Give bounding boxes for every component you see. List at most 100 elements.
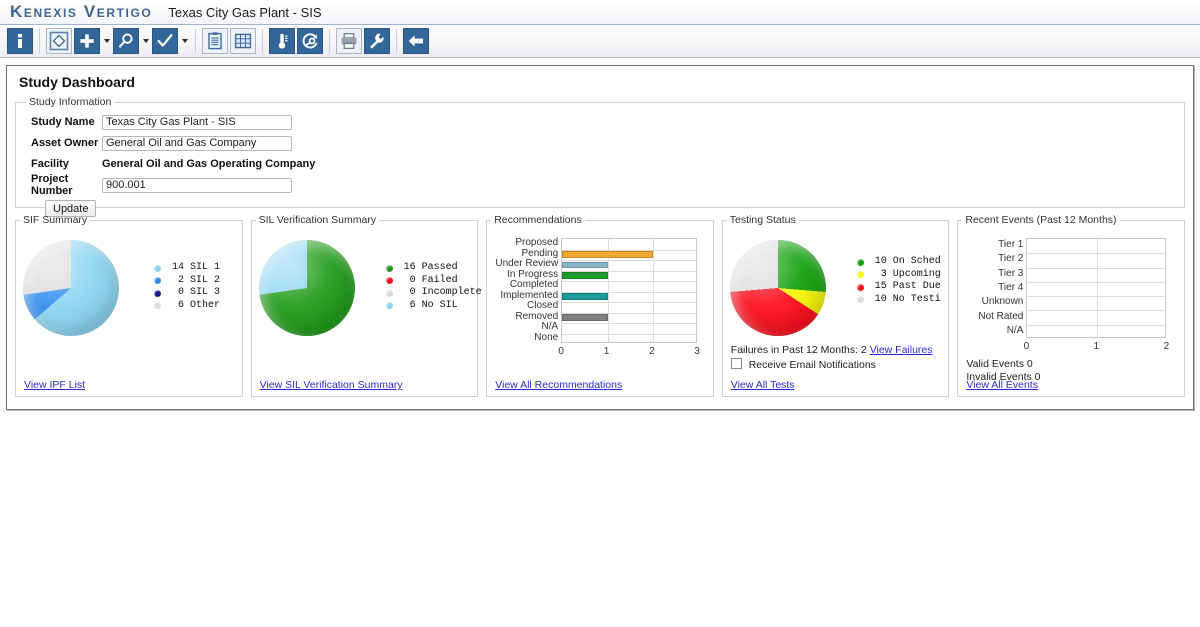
- testing-status-pie-chart: [729, 240, 826, 336]
- legend-value: 14: [171, 262, 184, 273]
- testing-status-card: Testing Status 10 On Sched 3 Upcoming 15 Past…: [721, 214, 950, 397]
- category-label: Pending: [521, 247, 559, 259]
- app-logo: Kenexis Vertigo: [10, 2, 153, 21]
- category-label: Tier 2: [998, 253, 1024, 265]
- thermometer-icon[interactable]: [269, 28, 295, 54]
- recent-events-card: Recent Events (Past 12 Months) Tier 1 Tie…: [957, 214, 1185, 397]
- check-dropdown-chevron-down-icon[interactable]: [179, 28, 190, 54]
- sif-summary-legend: SIF Summary: [23, 214, 88, 226]
- facility-value: General Oil and Gas Operating Company: [102, 158, 316, 170]
- page-title: Study Dashboard: [19, 74, 135, 90]
- legend-color-swatch-icon: [856, 283, 864, 291]
- category-label: Tier 1: [998, 239, 1024, 251]
- legend-label: Past Due: [892, 281, 941, 292]
- printer-icon[interactable]: [336, 28, 362, 54]
- legend-value: 10: [874, 293, 887, 305]
- category-label: N/A: [1006, 324, 1024, 336]
- axis-tick-label: 2: [649, 346, 655, 357]
- legend-item: 10 No Testi: [856, 293, 941, 307]
- legend-color-swatch-icon: [154, 277, 161, 285]
- project-number-label: Project Number: [31, 173, 73, 197]
- grid-line: [562, 249, 697, 251]
- search-icon[interactable]: [113, 28, 139, 54]
- sif-summary-pie-chart: [23, 240, 119, 336]
- legend-label: Passed: [421, 262, 458, 273]
- field-row-facility: Facility General Oil and Gas Operating C…: [22, 154, 1178, 174]
- plus-icon[interactable]: [74, 28, 100, 54]
- legend-value: 6: [409, 299, 416, 311]
- legend-label: Failed: [421, 274, 458, 286]
- diamond-node-icon[interactable]: [46, 28, 72, 54]
- checkmark-icon[interactable]: [152, 28, 178, 54]
- category-label: N/A: [541, 321, 559, 333]
- sil-verification-legend: SIL Verification Summary: [258, 214, 377, 226]
- sif-summary-card: SIF Summary 14 SIL 1 2 SIL 2 0 SIL 3 6 Other Vi…: [15, 214, 243, 397]
- legend-label: On Sched: [892, 256, 941, 267]
- study-name-label: Study Name: [31, 116, 95, 128]
- receive-email-notifications-label: Receive Email Notifications: [748, 359, 876, 371]
- bar: [562, 293, 608, 300]
- title-bar: Kenexis Vertigo Texas City Gas Plant - S…: [0, 0, 1200, 25]
- loop-wrench-icon[interactable]: [297, 28, 323, 54]
- asset-owner-label: Asset Owner: [31, 137, 99, 149]
- bar: [562, 272, 608, 279]
- grid-line: [562, 312, 697, 314]
- clipboard-icon[interactable]: [202, 28, 228, 54]
- legend-item: 2 SIL 2: [154, 275, 220, 288]
- view-sil-verification-summary-link[interactable]: View SIL Verification Summary: [260, 379, 403, 391]
- study-information-group: Study Information Study Name Asset Owner…: [15, 96, 1185, 217]
- asset-owner-input[interactable]: [102, 135, 292, 151]
- legend-color-swatch-icon: [385, 302, 393, 310]
- legend-color-swatch-icon: [385, 289, 393, 297]
- legend-item: 6 Other: [154, 300, 220, 313]
- view-failures-link[interactable]: View Failures: [870, 344, 933, 356]
- legend-item: 0 Failed: [385, 274, 482, 288]
- view-all-recommendations-link[interactable]: View All Recommendations: [495, 379, 622, 391]
- wrench-icon[interactable]: [364, 28, 390, 54]
- category-label: Proposed: [515, 237, 559, 249]
- bar: [562, 261, 608, 269]
- grid-line: [652, 239, 654, 342]
- grid-line: [1097, 239, 1099, 337]
- legend-label: SIL 3: [190, 287, 221, 298]
- info-icon[interactable]: [7, 28, 33, 54]
- search-dropdown-chevron-down-icon[interactable]: [140, 28, 151, 54]
- study-information-legend: Study Information: [29, 96, 112, 108]
- recommendations-legend: Recommendations: [494, 214, 582, 226]
- grid-table-icon[interactable]: [230, 28, 256, 54]
- toolbar: [0, 25, 1200, 58]
- category-label: Closed: [527, 300, 559, 312]
- axis-tick-label: 3: [694, 346, 700, 357]
- project-number-input[interactable]: [102, 177, 292, 193]
- legend-item: 6 No SIL: [385, 299, 482, 313]
- category-label: Tier 3: [998, 267, 1024, 279]
- failures-text: Failures in Past 12 Months: 2: [730, 344, 867, 356]
- legend-value: 3: [880, 268, 887, 280]
- sil-verification-legend-list: 16 Passed 0 Failed 0 Incomplete 6 No SIL: [385, 262, 482, 313]
- legend-label: No Testi: [892, 293, 941, 305]
- grid-line: [562, 291, 697, 293]
- legend-item: 3 Upcoming: [856, 268, 941, 282]
- legend-item: 16 Passed: [385, 262, 482, 275]
- category-label: Tier 4: [998, 282, 1024, 293]
- recent-events-legend: Recent Events (Past 12 Months): [965, 214, 1117, 226]
- plus-dropdown-chevron-down-icon[interactable]: [101, 28, 112, 54]
- dashboard-panel: Study Dashboard Study Information Study …: [6, 65, 1194, 410]
- grid-line: [562, 260, 697, 261]
- view-all-events-link[interactable]: View All Events: [966, 379, 1038, 391]
- document-title: Texas City Gas Plant - SIS: [168, 4, 322, 20]
- study-name-input[interactable]: [102, 114, 292, 130]
- category-label: In Progress: [507, 268, 559, 280]
- back-arrow-icon[interactable]: [403, 28, 429, 54]
- view-ipf-list-link[interactable]: View IPF List: [24, 379, 85, 391]
- category-label: Implemented: [500, 289, 559, 301]
- legend-label: SIL 2: [190, 274, 221, 286]
- view-all-tests-link[interactable]: View All Tests: [731, 379, 795, 391]
- category-label: None: [534, 331, 559, 343]
- grid-line: [1027, 267, 1166, 269]
- sif-summary-legend-list: 14 SIL 1 2 SIL 2 0 SIL 3 6 Other: [154, 262, 220, 312]
- axis-tick-label: 0: [558, 346, 564, 357]
- legend-color-swatch-icon: [856, 296, 864, 304]
- receive-email-notifications-checkbox[interactable]: [730, 358, 742, 369]
- grid-line: [562, 323, 697, 324]
